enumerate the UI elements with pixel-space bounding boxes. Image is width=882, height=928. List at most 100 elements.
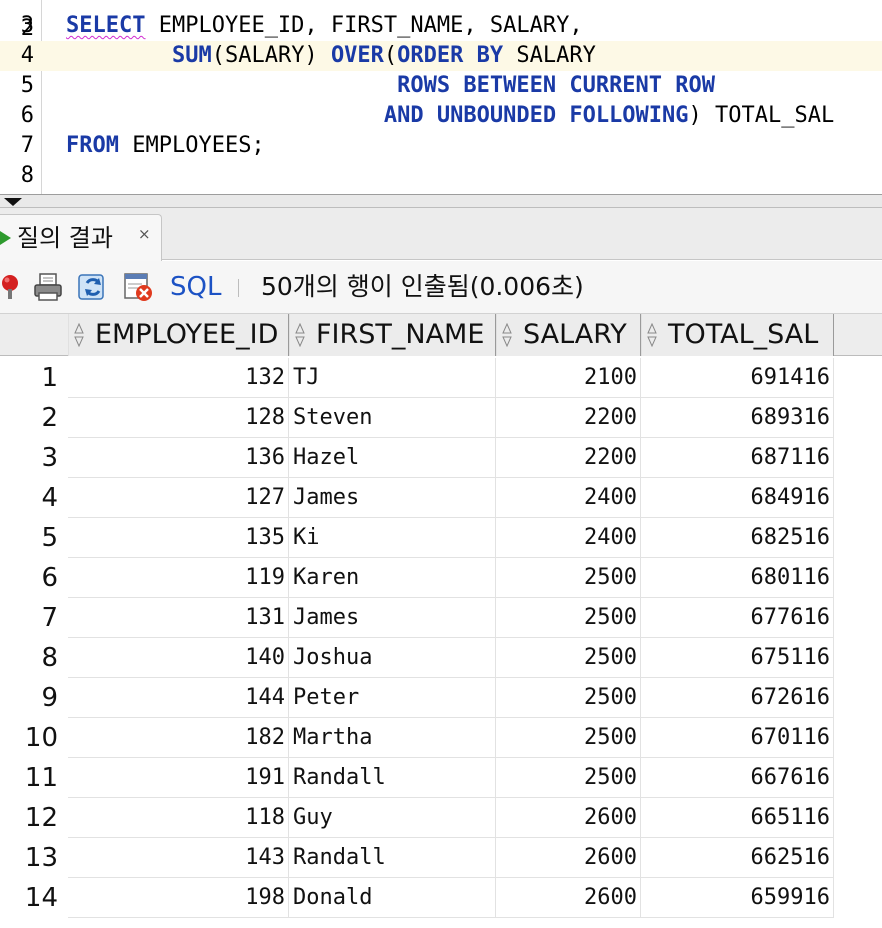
cell-salary[interactable]: 2600 [496, 878, 641, 918]
cell-employee-id[interactable]: 127 [68, 478, 289, 518]
cell-first-name[interactable]: Donald [289, 878, 496, 918]
cell-first-name[interactable]: Karen [289, 558, 496, 598]
cell-employee-id[interactable]: 144 [68, 678, 289, 718]
table-row[interactable]: 13 143 Randall 2600 662516 [0, 838, 882, 878]
cell-salary[interactable]: 2200 [496, 438, 641, 478]
cell-employee-id[interactable]: 136 [68, 438, 289, 478]
cell-first-name[interactable]: James [289, 598, 496, 638]
sort-icon[interactable] [295, 323, 305, 347]
refresh-icon[interactable] [77, 271, 109, 303]
print-icon[interactable] [32, 271, 64, 303]
panel-splitter[interactable] [0, 194, 882, 208]
pin-icon[interactable] [0, 271, 26, 303]
column-header-first-name[interactable]: FIRST_NAME [289, 314, 496, 356]
cell-first-name[interactable]: Ki [289, 518, 496, 558]
sort-icon[interactable] [647, 323, 657, 347]
table-row[interactable]: 5 135 Ki 2400 682516 [0, 518, 882, 558]
cell-employee-id[interactable]: 182 [68, 718, 289, 758]
row-number[interactable]: 3 [0, 438, 60, 478]
table-row[interactable]: 3 136 Hazel 2200 687116 [0, 438, 882, 478]
cell-total-sal[interactable]: 672616 [641, 678, 834, 718]
cell-salary[interactable]: 2600 [496, 798, 641, 838]
cell-total-sal[interactable]: 667616 [641, 758, 834, 798]
cell-first-name[interactable]: Randall [289, 838, 496, 878]
table-row[interactable]: 6 119 Karen 2500 680116 [0, 558, 882, 598]
cell-employee-id[interactable]: 140 [68, 638, 289, 678]
cell-salary[interactable]: 2500 [496, 758, 641, 798]
editor-line-4[interactable]: 4 SUM(SALARY) OVER(ORDER BY SALARY [0, 41, 882, 71]
cell-total-sal[interactable]: 689316 [641, 398, 834, 438]
cell-salary[interactable]: 2500 [496, 718, 641, 758]
table-row[interactable]: 11 191 Randall 2500 667616 [0, 758, 882, 798]
column-header-employee-id[interactable]: EMPLOYEE_ID [68, 314, 289, 356]
cell-total-sal[interactable]: 670116 [641, 718, 834, 758]
table-row[interactable]: 2 128 Steven 2200 689316 [0, 398, 882, 438]
cell-total-sal[interactable]: 662516 [641, 838, 834, 878]
table-row[interactable]: 1 132 TJ 2100 691416 [0, 358, 882, 398]
row-number[interactable]: 8 [0, 638, 60, 678]
cell-first-name[interactable]: Hazel [289, 438, 496, 478]
row-number[interactable]: 7 [0, 598, 60, 638]
cell-employee-id[interactable]: 128 [68, 398, 289, 438]
row-number[interactable]: 12 [0, 798, 60, 838]
cell-salary[interactable]: 2500 [496, 598, 641, 638]
table-row[interactable]: 7 131 James 2500 677616 [0, 598, 882, 638]
sql-button[interactable]: SQL [170, 271, 221, 303]
cell-salary[interactable]: 2400 [496, 478, 641, 518]
cell-employee-id[interactable]: 131 [68, 598, 289, 638]
sql-editor[interactable]: 2 3 SELECT EMPLOYEE_ID, FIRST_NAME, SALAR… [0, 0, 882, 194]
cell-total-sal[interactable]: 677616 [641, 598, 834, 638]
cell-total-sal[interactable]: 675116 [641, 638, 834, 678]
cell-salary[interactable]: 2400 [496, 518, 641, 558]
tab-query-result[interactable]: 질의 결과 × [0, 214, 162, 261]
code-text[interactable]: SELECT EMPLOYEE_ID, FIRST_NAME, SALARY, [66, 11, 583, 41]
cell-salary[interactable]: 2500 [496, 678, 641, 718]
cell-first-name[interactable]: TJ [289, 358, 496, 398]
table-row[interactable]: 12 118 Guy 2600 665116 [0, 798, 882, 838]
table-row[interactable]: 14 198 Donald 2600 659916 [0, 878, 882, 918]
sort-icon[interactable] [74, 323, 84, 347]
cell-first-name[interactable]: Guy [289, 798, 496, 838]
sort-icon[interactable] [502, 323, 512, 347]
cell-total-sal[interactable]: 665116 [641, 798, 834, 838]
cell-salary[interactable]: 2600 [496, 838, 641, 878]
row-number[interactable]: 13 [0, 838, 60, 878]
row-number[interactable]: 9 [0, 678, 60, 718]
cell-employee-id[interactable]: 118 [68, 798, 289, 838]
row-number[interactable]: 11 [0, 758, 60, 798]
cell-first-name[interactable]: Steven [289, 398, 496, 438]
row-number[interactable]: 5 [0, 518, 60, 558]
cell-total-sal[interactable]: 684916 [641, 478, 834, 518]
cell-salary[interactable]: 2100 [496, 358, 641, 398]
cell-employee-id[interactable]: 119 [68, 558, 289, 598]
row-number[interactable]: 1 [0, 358, 60, 398]
column-header-total-sal[interactable]: TOTAL_SAL [641, 314, 834, 356]
cell-salary[interactable]: 2500 [496, 638, 641, 678]
delete-icon[interactable] [122, 271, 154, 303]
cell-total-sal[interactable]: 682516 [641, 518, 834, 558]
editor-line-8[interactable]: 8 [0, 161, 882, 191]
code-text[interactable]: FROM EMPLOYEES; [66, 131, 265, 161]
row-number[interactable]: 14 [0, 878, 60, 918]
cell-employee-id[interactable]: 143 [68, 838, 289, 878]
cell-first-name[interactable]: Martha [289, 718, 496, 758]
cell-employee-id[interactable]: 132 [68, 358, 289, 398]
collapse-arrow-icon[interactable] [4, 198, 22, 206]
code-text[interactable]: ROWS BETWEEN CURRENT ROW [66, 71, 715, 101]
table-row[interactable]: 9 144 Peter 2500 672616 [0, 678, 882, 718]
cell-first-name[interactable]: Peter [289, 678, 496, 718]
cell-salary[interactable]: 2500 [496, 558, 641, 598]
editor-line-7[interactable]: 7 FROM EMPLOYEES; [0, 131, 882, 161]
editor-line-5[interactable]: 5 ROWS BETWEEN CURRENT ROW [0, 71, 882, 101]
cell-first-name[interactable]: James [289, 478, 496, 518]
row-number[interactable]: 4 [0, 478, 60, 518]
close-tab-icon[interactable]: × [138, 225, 151, 243]
cell-employee-id[interactable]: 135 [68, 518, 289, 558]
table-row[interactable]: 10 182 Martha 2500 670116 [0, 718, 882, 758]
code-text[interactable]: SUM(SALARY) OVER(ORDER BY SALARY [66, 41, 596, 71]
table-row[interactable]: 4 127 James 2400 684916 [0, 478, 882, 518]
row-number[interactable]: 2 [0, 398, 60, 438]
editor-line-3[interactable]: 3 SELECT EMPLOYEE_ID, FIRST_NAME, SALARY, [0, 11, 882, 41]
cell-first-name[interactable]: Randall [289, 758, 496, 798]
cell-employee-id[interactable]: 191 [68, 758, 289, 798]
